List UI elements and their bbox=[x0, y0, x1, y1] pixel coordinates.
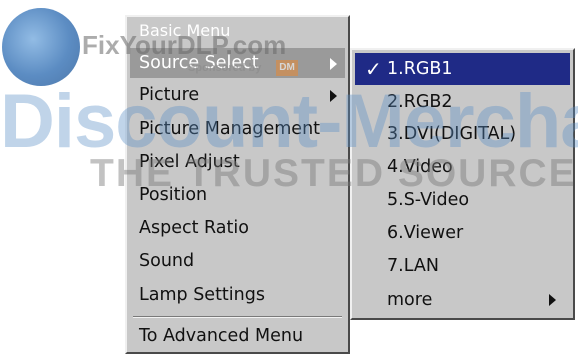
menu-item-label: Picture Management bbox=[139, 119, 321, 139]
source-item-label: 4.Video bbox=[387, 157, 453, 177]
source-item-label: 1.RGB1 bbox=[387, 59, 453, 79]
menu-item-label: Pixel Adjust bbox=[139, 152, 240, 172]
menu-item-sound[interactable]: Sound bbox=[130, 246, 345, 276]
menu-item-to-advanced-menu[interactable]: To Advanced Menu bbox=[130, 321, 345, 351]
menu-item-label: Source Select bbox=[139, 53, 259, 73]
source-item-rgb1[interactable]: ✓ 1.RGB1 bbox=[355, 53, 570, 85]
source-item-video[interactable]: 4.Video bbox=[355, 151, 570, 183]
watermark-globe-icon bbox=[2, 8, 80, 86]
source-item-label: more bbox=[387, 290, 433, 310]
source-select-submenu: ✓ 1.RGB1 2.RGB2 3.DVI(DIGITAL) 4.Video 5… bbox=[350, 48, 575, 320]
source-item-dvi[interactable]: 3.DVI(DIGITAL) bbox=[355, 118, 570, 150]
menu-item-position[interactable]: Position bbox=[130, 180, 345, 210]
submenu-arrow-icon bbox=[549, 294, 556, 306]
source-item-more[interactable]: more bbox=[355, 284, 570, 316]
menu-item-label: Sound bbox=[139, 251, 195, 271]
basic-menu: Basic Menu Source Select Picture Picture… bbox=[125, 15, 350, 354]
source-item-label: 3.DVI(DIGITAL) bbox=[387, 124, 517, 144]
menu-item-pixel-adjust[interactable]: Pixel Adjust bbox=[130, 147, 345, 177]
source-item-label: 7.LAN bbox=[387, 256, 439, 276]
submenu-arrow-icon bbox=[330, 90, 337, 102]
source-item-label: 6.Viewer bbox=[387, 223, 464, 243]
source-item-viewer[interactable]: 6.Viewer bbox=[355, 217, 570, 249]
source-item-label: 5.S-Video bbox=[387, 190, 470, 210]
menu-item-source-select[interactable]: Source Select bbox=[130, 48, 345, 78]
menu-item-label: Aspect Ratio bbox=[139, 218, 249, 238]
source-item-rgb2[interactable]: 2.RGB2 bbox=[355, 86, 570, 118]
menu-item-lamp-settings[interactable]: Lamp Settings bbox=[130, 280, 345, 310]
menu-item-label: Picture bbox=[139, 85, 200, 105]
menu-divider bbox=[133, 316, 342, 318]
menu-item-picture-management[interactable]: Picture Management bbox=[130, 114, 345, 144]
menu-item-picture[interactable]: Picture bbox=[130, 80, 345, 110]
menu-item-aspect-ratio[interactable]: Aspect Ratio bbox=[130, 213, 345, 243]
submenu-arrow-icon bbox=[330, 58, 337, 70]
source-item-s-video[interactable]: 5.S-Video bbox=[355, 184, 570, 216]
checkmark-icon: ✓ bbox=[365, 57, 382, 81]
menu-item-label: To Advanced Menu bbox=[139, 326, 304, 346]
menu-item-label: Position bbox=[139, 185, 208, 205]
source-item-lan[interactable]: 7.LAN bbox=[355, 250, 570, 282]
source-item-label: 2.RGB2 bbox=[387, 92, 453, 112]
menu-item-label: Lamp Settings bbox=[139, 285, 265, 305]
menu-title: Basic Menu bbox=[139, 21, 231, 40]
